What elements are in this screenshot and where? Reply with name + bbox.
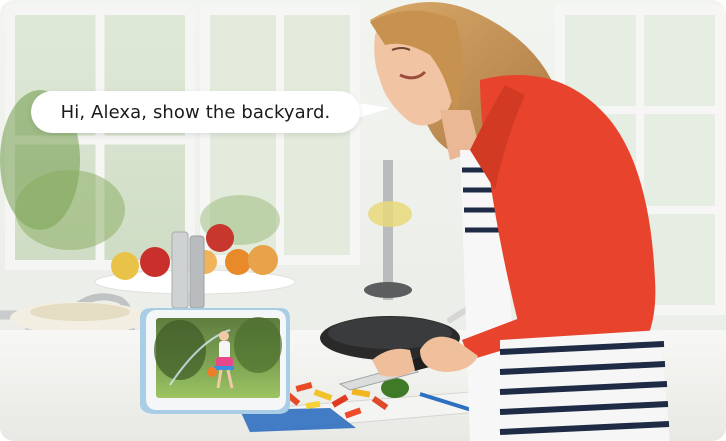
spice-grinders (171, 231, 205, 309)
speech-bubble-text: Hi, Alexa, show the backyard. (60, 101, 331, 123)
photo-frame: Hi, Alexa, show the backyard. (0, 0, 726, 441)
left-window (0, 5, 195, 270)
speech-bubble: Hi, Alexa, show the backyard. (31, 91, 360, 133)
middle-window (200, 5, 360, 265)
echo-show-device (140, 308, 290, 414)
kitchen-scene (0, 0, 726, 441)
